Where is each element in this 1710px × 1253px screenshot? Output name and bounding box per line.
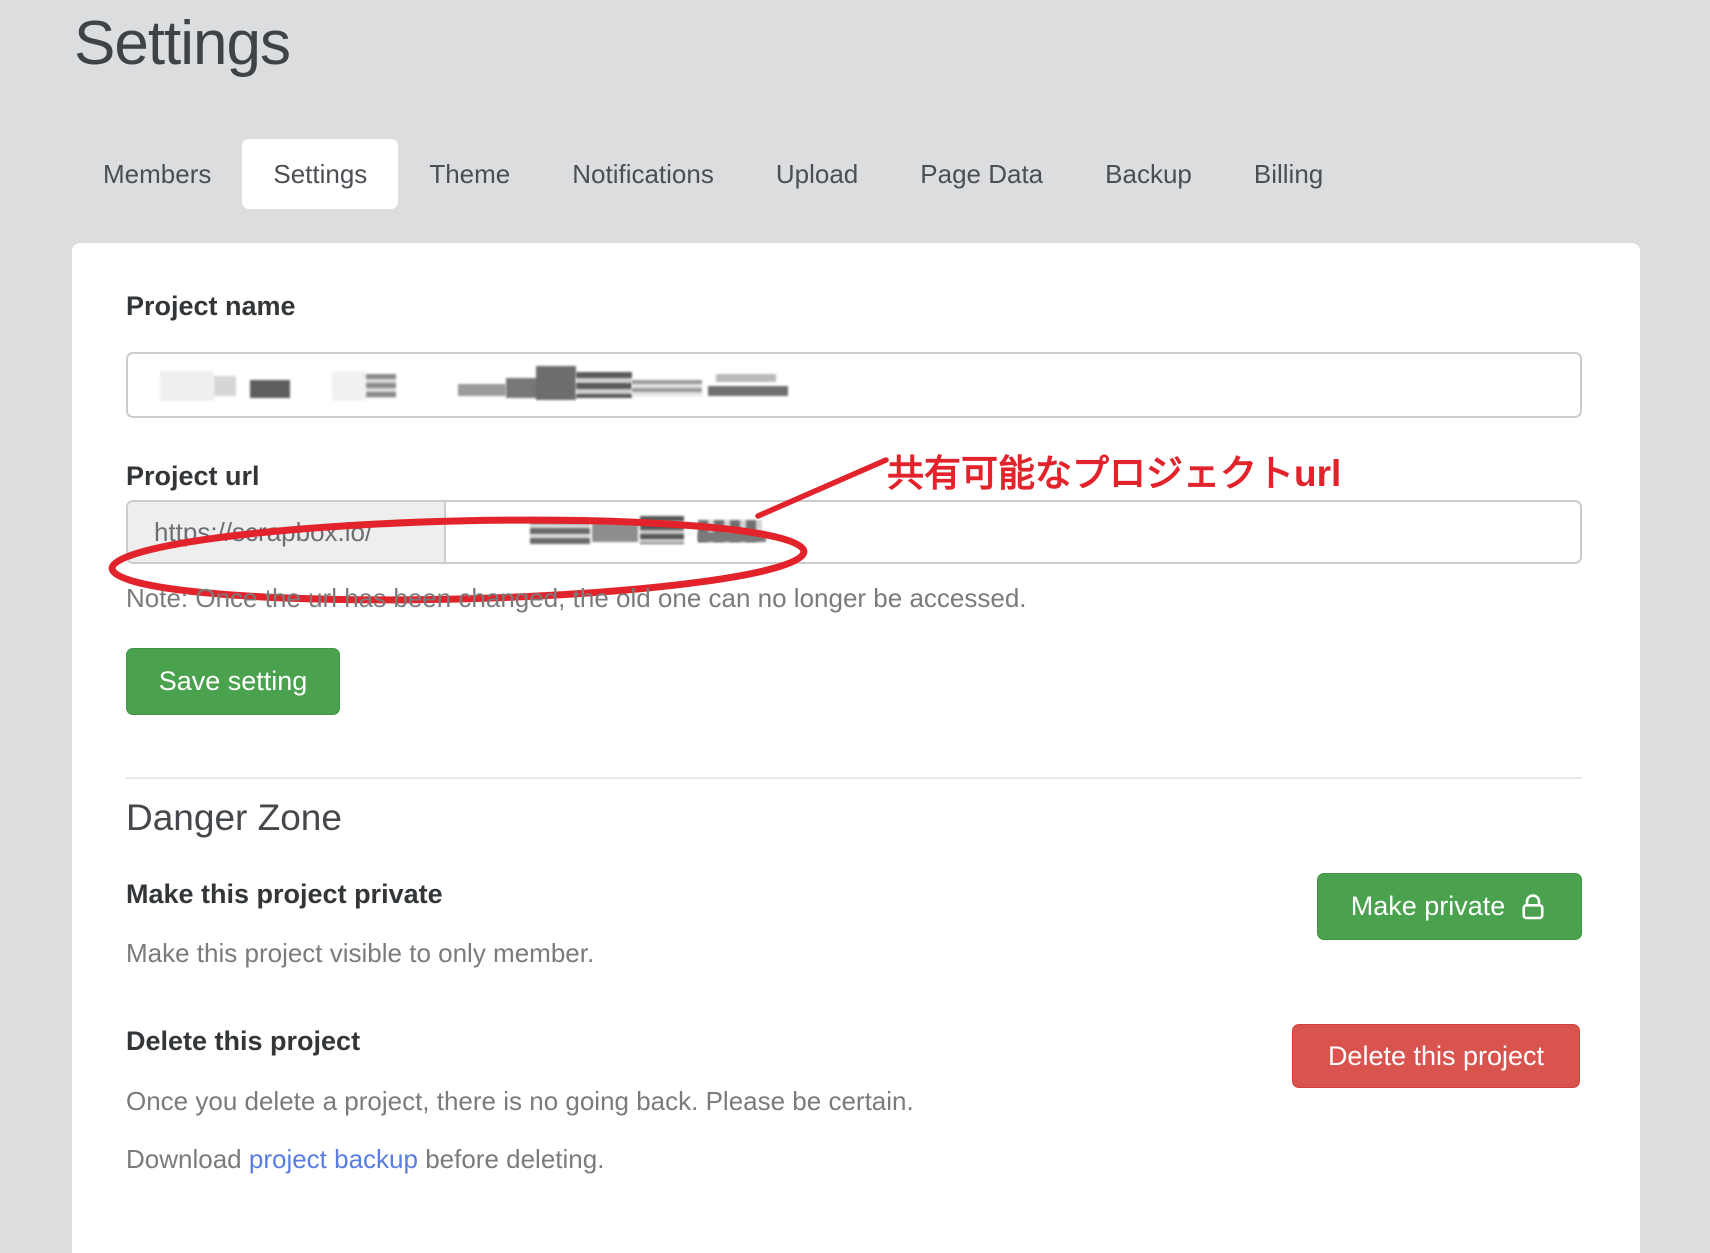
- make-private-title: Make this project private: [126, 879, 443, 910]
- project-name-label: Project name: [126, 291, 296, 322]
- tab-settings[interactable]: Settings: [242, 139, 398, 209]
- backup-line-after: before deleting.: [418, 1144, 604, 1174]
- tab-backup[interactable]: Backup: [1074, 139, 1223, 209]
- delete-project-desc: Once you delete a project, there is no g…: [126, 1086, 914, 1117]
- backup-line-before: Download: [126, 1144, 249, 1174]
- danger-zone-heading: Danger Zone: [126, 797, 342, 839]
- project-url-prefix: https://scrapbox.io/: [128, 502, 446, 562]
- project-url-label: Project url: [126, 461, 260, 492]
- section-divider: [126, 777, 1582, 779]
- project-url-input-group: https://scrapbox.io/: [126, 500, 1582, 564]
- url-annotation-text: 共有可能なプロジェクトurl: [887, 443, 1341, 497]
- delete-project-button[interactable]: Delete this project: [1292, 1024, 1580, 1088]
- tab-billing[interactable]: Billing: [1223, 139, 1354, 209]
- backup-line: Download project backup before deleting.: [126, 1144, 604, 1175]
- lock-icon: [1518, 892, 1548, 922]
- project-url-input[interactable]: [446, 502, 1580, 562]
- tab-upload[interactable]: Upload: [745, 139, 889, 209]
- project-name-input[interactable]: [126, 352, 1582, 418]
- tab-theme[interactable]: Theme: [398, 139, 541, 209]
- settings-tab-bar: Members Settings Theme Notifications Upl…: [72, 139, 1354, 209]
- delete-project-title: Delete this project: [126, 1026, 360, 1057]
- tab-page-data[interactable]: Page Data: [889, 139, 1074, 209]
- make-private-desc: Make this project visible to only member…: [126, 938, 594, 969]
- tab-notifications[interactable]: Notifications: [541, 139, 745, 209]
- project-backup-link[interactable]: project backup: [249, 1144, 418, 1174]
- make-private-button-label: Make private: [1351, 891, 1506, 922]
- save-setting-button[interactable]: Save setting: [126, 648, 340, 715]
- make-private-button[interactable]: Make private: [1317, 873, 1582, 940]
- url-note: Note: Once the url has been changed, the…: [126, 583, 1027, 614]
- page-title: Settings: [74, 8, 290, 79]
- tab-members[interactable]: Members: [72, 139, 242, 209]
